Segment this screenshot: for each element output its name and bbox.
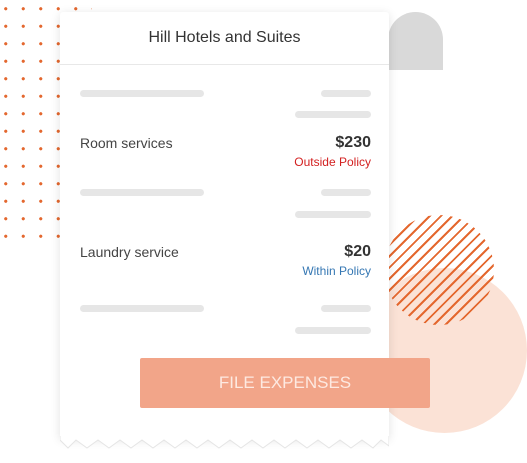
receipt-torn-edge xyxy=(60,436,389,449)
line-item-amount: $20 xyxy=(344,243,371,260)
file-expenses-button[interactable]: FILE EXPENSES xyxy=(140,358,430,408)
placeholder-line xyxy=(321,305,371,312)
placeholder-line xyxy=(321,90,371,97)
placeholder-line xyxy=(295,211,371,218)
placeholder-line xyxy=(321,189,371,196)
placeholder-line xyxy=(80,90,204,97)
line-item-room-services: Room services xyxy=(80,135,173,151)
placeholder-line xyxy=(80,305,204,312)
grey-tab-decoration xyxy=(388,12,443,70)
placeholder-line xyxy=(80,189,204,196)
placeholder-line xyxy=(295,327,371,334)
placeholder-line xyxy=(295,111,371,118)
hatched-circle-decoration xyxy=(384,215,494,325)
line-item-amount: $230 xyxy=(335,134,371,151)
policy-status-badge: Within Policy xyxy=(302,264,371,278)
line-item-laundry-service: Laundry service xyxy=(80,244,179,260)
policy-status-badge: Outside Policy xyxy=(294,155,371,169)
receipt-title: Hill Hotels and Suites xyxy=(60,12,389,65)
